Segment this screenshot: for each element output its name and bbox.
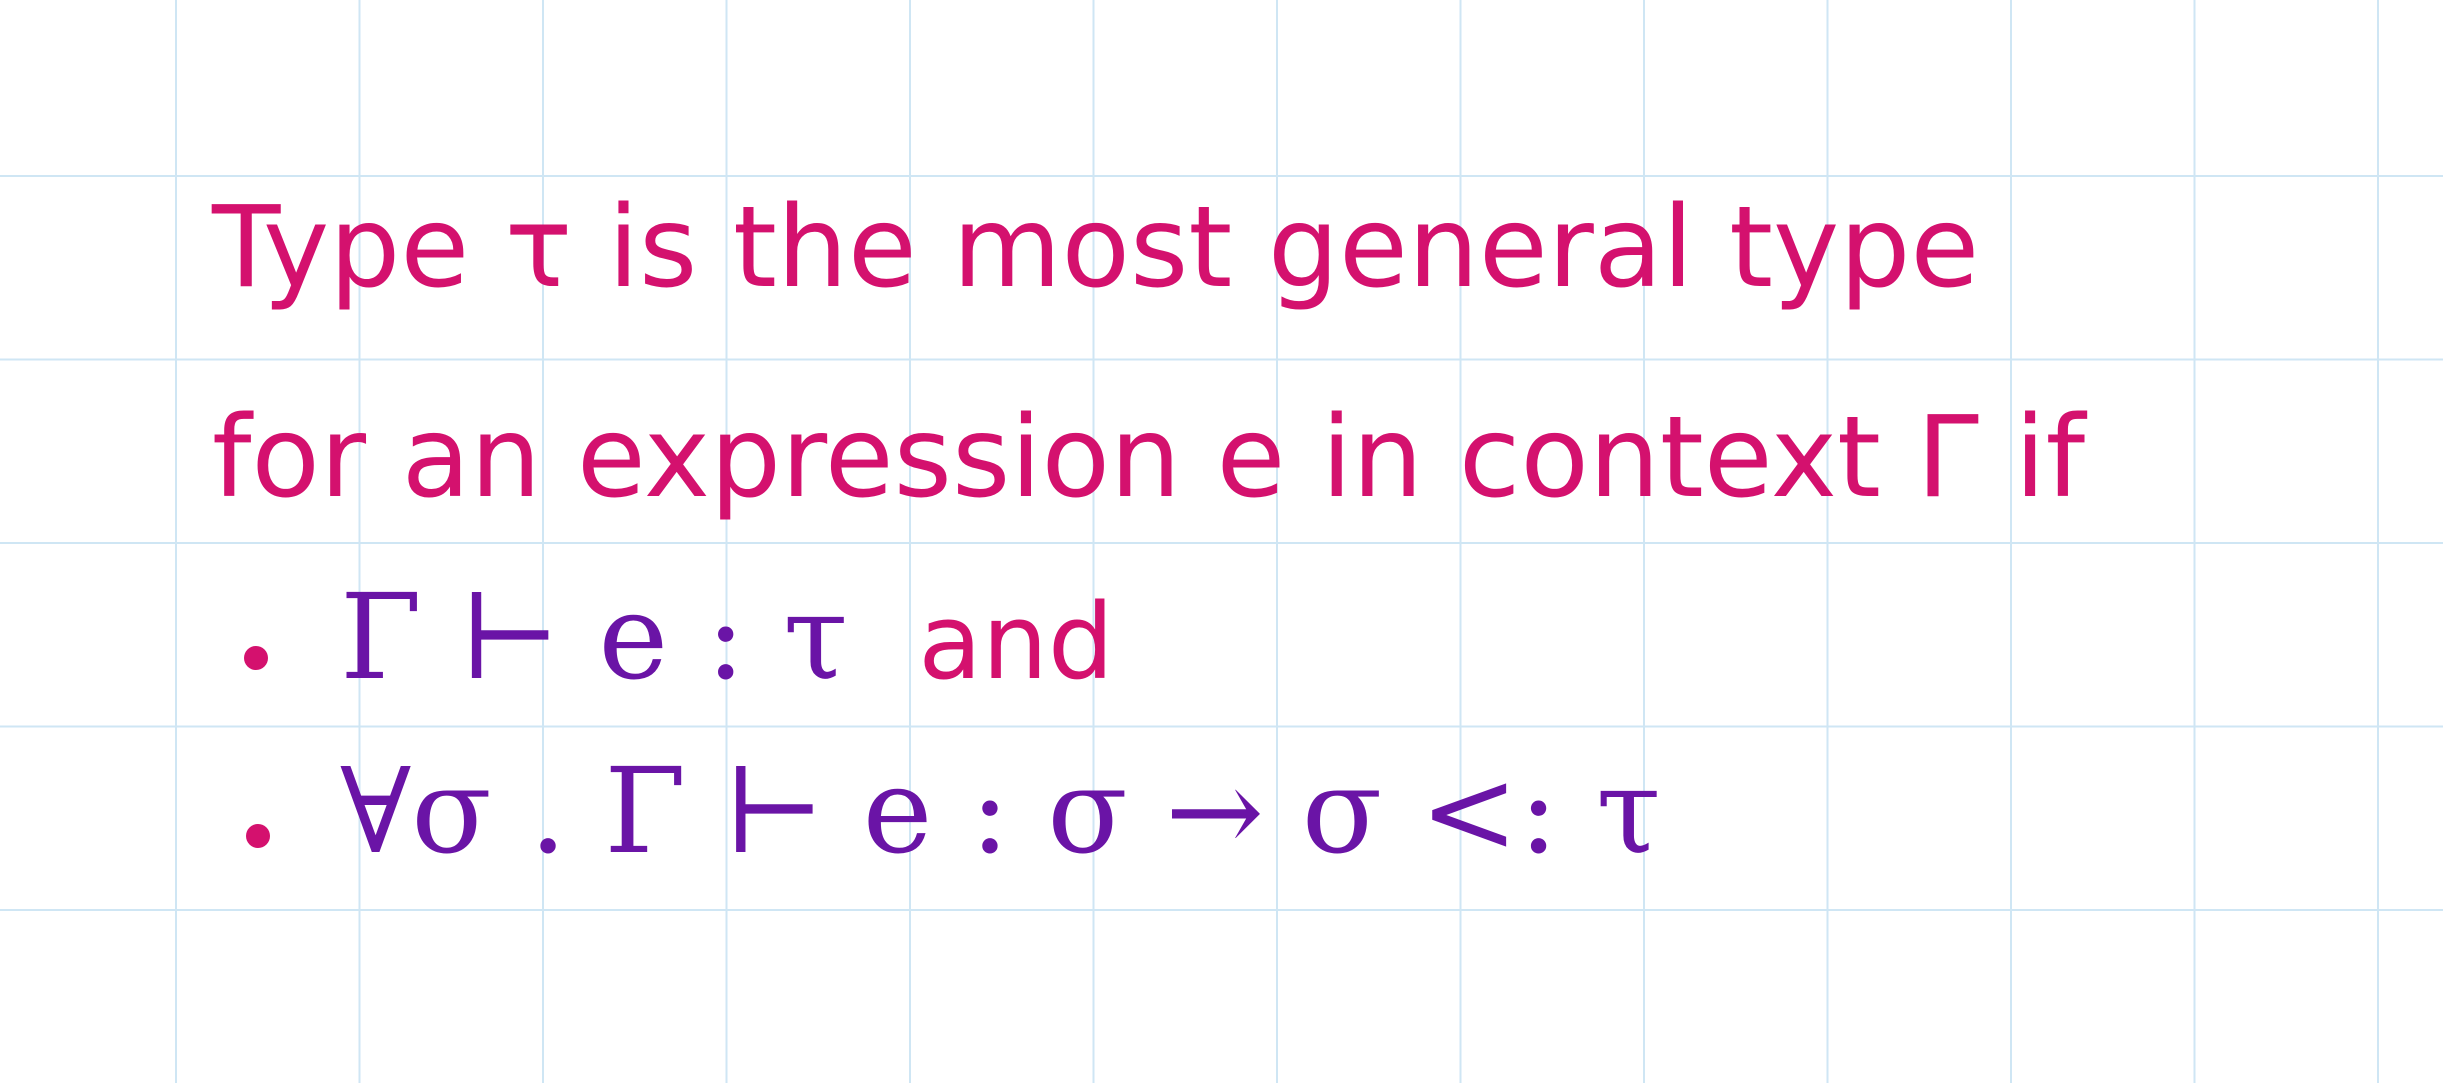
conjunction-and: and — [918, 581, 1114, 703]
typing-judgement: Γ ⊢ e : τ — [340, 568, 849, 706]
bullet-dot-2 — [246, 824, 270, 848]
grid-paper-page: Type τ is the most general type for an e… — [0, 0, 2443, 1083]
definition-line-1: Type τ is the most general type — [212, 183, 1980, 313]
bullet-dot-1 — [244, 646, 268, 670]
subtyping-condition: ∀σ . Γ ⊢ e : σ → σ <: τ — [340, 742, 1662, 880]
definition-line-2: for an expression e in context Γ if — [212, 393, 2086, 523]
bullet-item-1: Γ ⊢ e : τ and — [340, 578, 1114, 696]
